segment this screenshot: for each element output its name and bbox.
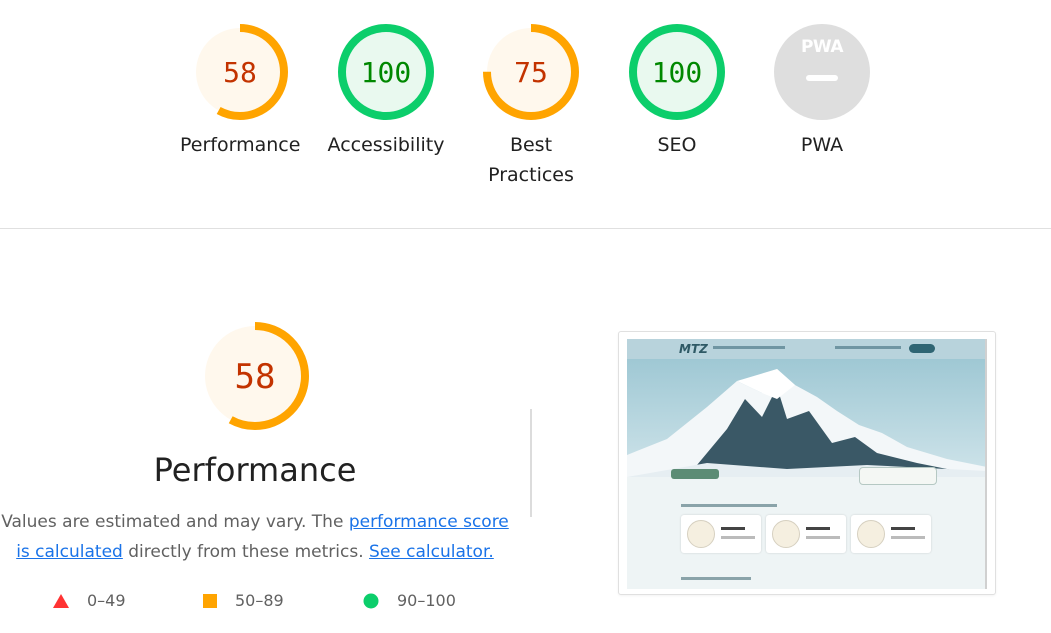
triangle-icon <box>53 593 69 608</box>
thumbnail-navbar: MTZ <box>627 339 987 359</box>
gauge-accessibility[interactable]: 100 Accessibility <box>326 24 446 160</box>
performance-section: 58 Performance Values are estimated and … <box>0 229 1051 633</box>
legend-average-range: 50–89 <box>235 591 284 610</box>
gauge-label-pwa: PWA <box>800 134 844 156</box>
mountain-image <box>627 369 987 477</box>
seo-gauge-ring: 100 <box>629 24 725 120</box>
see-calculator-link[interactable]: See calculator. <box>369 542 494 562</box>
thumbnail-logo: MTZ <box>679 342 708 356</box>
thumbnail-hero-image <box>627 359 987 485</box>
legend-fail-range: 0–49 <box>87 591 126 610</box>
thumbnail-card <box>766 515 846 553</box>
performance-title: Performance <box>153 451 357 489</box>
legend-fail: 0–49 <box>53 591 126 610</box>
pwa-dash-icon <box>806 75 838 81</box>
screenshot-thumbnail: MTZ <box>627 339 987 589</box>
legend-pass-range: 90–100 <box>397 591 456 610</box>
performance-gauge-ring: 58 <box>192 24 288 120</box>
best-practices-gauge-ring: 75 <box>483 24 579 120</box>
gauge-label-performance: Performance <box>180 134 301 156</box>
score-legend: 0–49 50–89 90–100 <box>0 591 520 615</box>
best-practices-score: 75 <box>514 56 548 89</box>
thumbnail-scrollbar <box>985 339 987 589</box>
desc-prefix: Values are estimated and may vary. The <box>1 512 349 532</box>
gauge-best-practices[interactable]: 75 Best Practices <box>471 24 591 190</box>
final-screenshot[interactable]: MTZ <box>618 331 996 595</box>
circle-icon <box>363 593 379 608</box>
gauge-label-seo: SEO <box>657 134 697 156</box>
thumbnail-card <box>851 515 931 553</box>
seo-score: 100 <box>652 56 703 89</box>
section-divider <box>530 409 532 517</box>
legend-average: 50–89 <box>203 591 284 610</box>
gauge-label-accessibility: Accessibility <box>327 134 445 156</box>
accessibility-score: 100 <box>361 56 412 89</box>
gauge-performance[interactable]: 58 Performance <box>180 24 300 160</box>
gauge-label-best-practices: Best Practices <box>488 134 574 186</box>
accessibility-gauge-ring: 100 <box>338 24 434 120</box>
performance-score: 58 <box>223 56 257 89</box>
category-scores: 58 Performance 100 Accessibility 75 Best… <box>0 0 1051 229</box>
gauge-pwa[interactable]: PWA PWA <box>762 24 882 160</box>
square-icon <box>203 593 217 608</box>
performance-large-score: 58 <box>235 357 276 397</box>
pwa-badge-text: PWA <box>800 37 844 57</box>
thumbnail-card <box>681 515 761 553</box>
desc-mid: directly from these metrics. <box>122 542 370 562</box>
pwa-badge-icon: PWA <box>774 24 870 120</box>
performance-large-gauge: 58 <box>201 322 309 430</box>
legend-pass: 90–100 <box>363 591 456 610</box>
gauge-seo[interactable]: 100 SEO <box>617 24 737 160</box>
performance-description: Values are estimated and may vary. The p… <box>0 507 510 567</box>
